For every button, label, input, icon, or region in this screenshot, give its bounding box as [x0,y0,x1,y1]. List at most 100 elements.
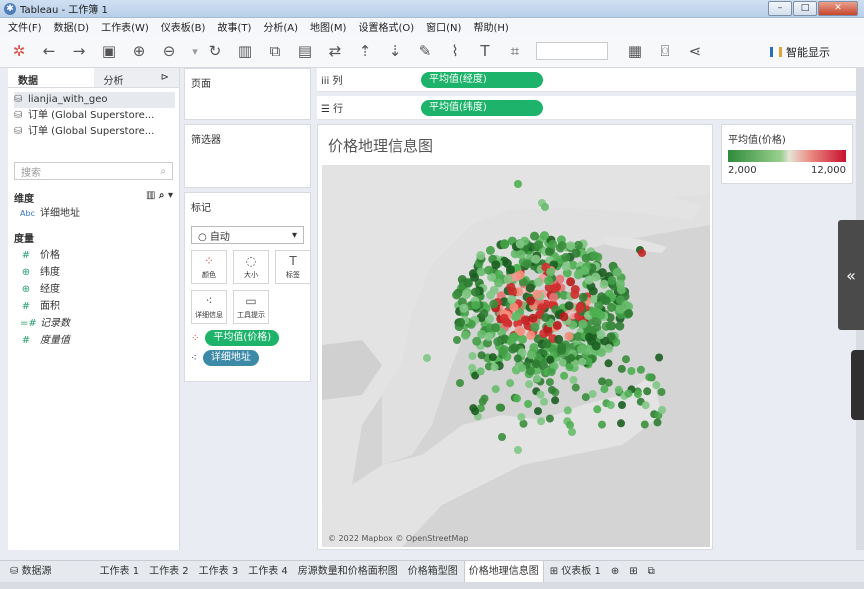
map-point[interactable] [653,418,662,427]
map-point[interactable] [557,345,567,355]
map-point[interactable] [526,296,536,306]
map-point[interactable] [537,417,546,426]
map-point[interactable] [566,421,574,429]
mark-type-dropdown[interactable]: ○ 自动 ▾ [191,226,304,244]
map-point[interactable] [471,300,481,310]
color-button[interactable]: ⁘ 颜色 [191,250,227,284]
map-point[interactable] [524,400,533,408]
fix-axes-icon[interactable]: ⌗ [506,42,524,60]
map-point[interactable] [570,290,580,299]
duplicate-sheet-icon[interactable]: ⧉ [266,42,284,60]
map-point[interactable] [564,301,574,311]
map-point[interactable] [565,363,574,372]
map-point[interactable] [563,406,572,415]
map-point[interactable] [546,267,555,277]
swap-icon[interactable]: ⇄ [326,42,344,60]
tab-sheet[interactable]: 房源数量和价格面积图 [294,561,402,583]
map-point[interactable] [459,303,469,313]
map-point[interactable] [645,373,654,382]
map-point[interactable] [485,245,495,255]
show-cards-icon[interactable]: ⌼ [656,42,674,60]
map-point[interactable] [489,285,499,295]
map-point[interactable] [578,292,588,302]
label-icon[interactable]: T [476,42,494,60]
map-point[interactable] [591,341,601,351]
map-point[interactable] [559,312,569,322]
rows-shelf[interactable]: ☰ 行 平均值(纬度) [317,96,864,120]
map-point[interactable] [534,277,543,287]
map-point[interactable] [514,180,522,188]
map-point[interactable] [491,385,500,394]
map-point[interactable] [540,231,549,241]
map-point[interactable] [600,385,609,394]
side-widget[interactable] [851,350,864,420]
map-point[interactable] [499,345,509,355]
map-point[interactable] [456,379,464,387]
map-point[interactable] [490,363,499,372]
map-point[interactable] [522,259,532,269]
menu-format[interactable]: 设置格式(O) [358,19,414,34]
maximize-button[interactable]: □ [793,1,817,16]
map-point[interactable] [617,364,626,373]
columns-shelf[interactable]: iii 列 平均值(经度) [317,68,864,92]
color-pill[interactable]: 平均值(价格) [205,330,280,346]
map-point[interactable] [507,295,517,305]
map-point[interactable] [541,313,551,322]
map-point[interactable] [636,365,645,374]
map-point[interactable] [506,265,515,275]
map-point[interactable] [509,302,519,312]
map-point[interactable] [657,388,666,396]
tableau-home-icon[interactable]: ✲ [10,42,28,60]
size-button[interactable]: ◌ 大小 [233,250,269,284]
map-point[interactable] [491,323,501,333]
map-point[interactable] [545,378,554,387]
map-point[interactable] [578,319,588,329]
map-point[interactable] [484,265,494,275]
viz-title[interactable]: 价格地理信息图 [318,125,712,165]
map-point[interactable] [548,239,558,249]
map-point[interactable] [561,253,571,262]
map-point[interactable] [423,354,431,362]
map-point[interactable] [564,331,574,341]
pause-updates-icon[interactable]: ⊖ [160,42,178,60]
tab-analysis[interactable]: 分析 ⊳ [93,68,179,87]
map-point[interactable] [618,401,626,409]
map-point[interactable] [598,420,606,429]
map-point[interactable] [478,397,487,406]
map-point[interactable] [513,394,521,403]
map-point[interactable] [624,389,633,398]
map-point[interactable] [516,250,526,260]
field-search-input[interactable]: 搜索 ⌕ [14,162,173,180]
map-point[interactable] [588,390,597,398]
menu-help[interactable]: 帮助(H) [473,19,508,34]
show-me-button[interactable]: 智能显示 [770,44,830,60]
pane-menu-icon[interactable]: ⊳ [161,72,169,83]
columns-pill[interactable]: 平均值(经度) [421,71,543,88]
map-point[interactable] [568,428,576,436]
map-point[interactable] [534,407,542,416]
map-point[interactable] [476,367,485,376]
map-point[interactable] [550,283,560,293]
map-point[interactable] [526,330,536,340]
map-point[interactable] [471,287,480,297]
map-point[interactable] [569,376,578,384]
map-point[interactable] [552,320,562,330]
tab-sheet[interactable]: 工作表 2 [145,561,193,583]
map-point[interactable] [604,359,613,368]
map-point[interactable] [530,231,539,241]
map-point[interactable] [551,396,560,405]
tab-sheet[interactable]: 工作表 4 [244,561,292,583]
map-point[interactable] [578,357,587,366]
map-point[interactable] [615,304,625,314]
map-point[interactable] [531,254,541,264]
map-point[interactable] [476,251,486,260]
map-point[interactable] [518,364,527,373]
filters-card[interactable]: 筛选器 [184,124,311,188]
group-icon[interactable]: ⌇ [446,42,464,60]
menu-map[interactable]: 地图(M) [310,19,346,34]
measure-field[interactable]: ⊕ 纬度 [8,264,179,281]
forward-icon[interactable]: → [70,42,88,60]
presentation-icon[interactable]: ▦ [626,42,644,60]
map-point[interactable] [499,313,509,323]
map-point[interactable] [541,203,549,211]
